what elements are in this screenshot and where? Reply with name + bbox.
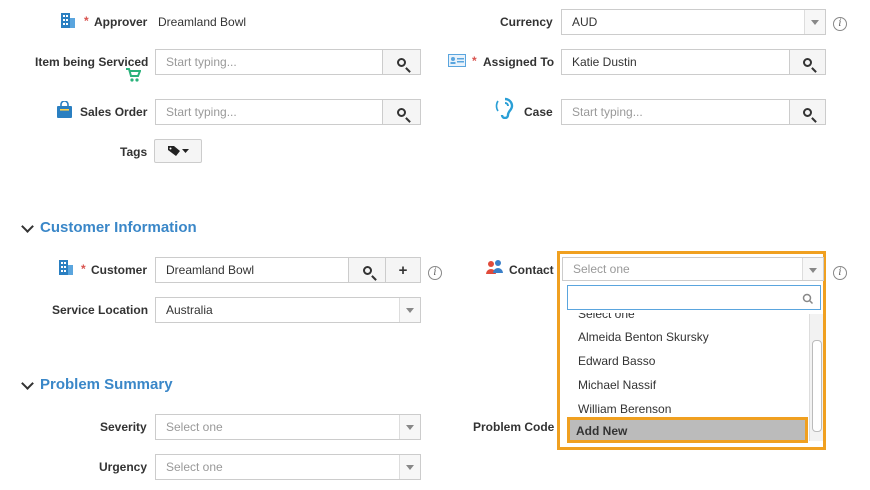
- sales-order-search-button[interactable]: [382, 99, 421, 125]
- customer-label: Customer: [91, 263, 148, 277]
- search-icon: [362, 265, 372, 275]
- chevron-down-icon: [399, 298, 420, 322]
- urgency-label: Urgency: [99, 460, 148, 474]
- currency-select[interactable]: AUD: [561, 9, 826, 35]
- search-icon: [397, 107, 406, 117]
- tags-dropdown-button[interactable]: [154, 139, 202, 163]
- cart-icon: [125, 68, 142, 82]
- required-marker: *: [472, 54, 477, 68]
- item-serviced-input[interactable]: Start typing...: [155, 49, 383, 75]
- id-card-icon: [448, 54, 466, 67]
- shopping-bag-icon: [56, 100, 73, 119]
- sales-order-input[interactable]: Start typing...: [155, 99, 383, 125]
- item-serviced-placeholder: Start typing...: [166, 55, 237, 69]
- case-placeholder: Start typing...: [572, 105, 643, 119]
- building-icon: [60, 12, 76, 29]
- required-marker: *: [84, 14, 89, 28]
- chevron-down-icon: [804, 10, 825, 34]
- customer-section-title[interactable]: Customer Information: [40, 219, 197, 236]
- sales-order-placeholder: Start typing...: [166, 105, 237, 119]
- chevron-down-icon: [399, 455, 420, 479]
- info-icon[interactable]: i: [428, 266, 442, 280]
- dropdown-scrollbar[interactable]: [809, 314, 823, 441]
- building-icon: [58, 259, 74, 276]
- info-icon[interactable]: i: [833, 266, 847, 280]
- severity-label: Severity: [100, 420, 147, 434]
- collapse-chevron-icon[interactable]: [21, 377, 34, 390]
- case-icon: [495, 97, 515, 120]
- problem-code-label: Problem Code: [473, 420, 555, 434]
- info-icon[interactable]: i: [833, 17, 847, 31]
- urgency-placeholder: Select one: [166, 460, 223, 474]
- search-icon: [397, 57, 406, 67]
- chevron-down-icon: [802, 258, 823, 280]
- search-icon: [803, 57, 812, 67]
- list-item[interactable]: William Berenson: [578, 402, 671, 416]
- plus-icon: +: [398, 261, 408, 279]
- assigned-to-input[interactable]: Katie Dustin: [561, 49, 790, 75]
- approver-label: Approver: [94, 15, 148, 29]
- collapse-chevron-icon[interactable]: [21, 220, 34, 233]
- contact-dropdown: Select one Select one Almeida Benton Sku…: [557, 251, 826, 450]
- scroll-thumb[interactable]: [812, 340, 822, 432]
- service-location-select[interactable]: Australia: [155, 297, 421, 323]
- customer-value: Dreamland Bowl: [166, 263, 255, 277]
- item-serviced-label: Item being Serviced: [35, 55, 149, 69]
- assigned-to-label: Assigned To: [483, 55, 555, 69]
- contact-options-list: Select one Almeida Benton Skursky Edward…: [562, 313, 824, 444]
- severity-select[interactable]: Select one: [155, 414, 421, 440]
- problem-section-title[interactable]: Problem Summary: [40, 376, 173, 393]
- severity-placeholder: Select one: [166, 420, 223, 434]
- customer-add-button[interactable]: +: [385, 257, 421, 283]
- list-item[interactable]: Edward Basso: [578, 354, 655, 368]
- contact-search-field[interactable]: [567, 285, 821, 310]
- service-location-label: Service Location: [52, 303, 149, 317]
- contact-label: Contact: [509, 263, 554, 277]
- contact-select[interactable]: Select one: [562, 257, 824, 281]
- contact-placeholder: Select one: [573, 262, 630, 276]
- search-icon: [803, 107, 812, 117]
- customer-search-button[interactable]: [348, 257, 386, 283]
- case-label: Case: [524, 105, 553, 119]
- add-new-option[interactable]: Add New: [567, 417, 808, 443]
- urgency-select[interactable]: Select one: [155, 454, 421, 480]
- chevron-down-icon: [399, 415, 420, 439]
- customer-input[interactable]: Dreamland Bowl: [155, 257, 349, 283]
- add-new-label: Add New: [576, 424, 628, 438]
- approver-value: Dreamland Bowl: [158, 15, 247, 29]
- list-item[interactable]: Michael Nassif: [578, 378, 656, 392]
- item-serviced-search-button[interactable]: [382, 49, 421, 75]
- search-icon: [802, 293, 814, 305]
- required-marker: *: [81, 262, 86, 276]
- currency-label: Currency: [500, 15, 553, 29]
- list-item[interactable]: Almeida Benton Skursky: [578, 330, 709, 344]
- tags-label: Tags: [120, 145, 148, 159]
- case-search-button[interactable]: [789, 99, 826, 125]
- service-location-value: Australia: [166, 303, 213, 317]
- list-item[interactable]: Select one: [578, 313, 635, 321]
- assigned-to-search-button[interactable]: [789, 49, 826, 75]
- case-input[interactable]: Start typing...: [561, 99, 790, 125]
- tag-icon: [168, 146, 189, 156]
- contacts-icon: [486, 259, 504, 275]
- currency-value: AUD: [572, 15, 598, 29]
- assigned-to-value: Katie Dustin: [572, 55, 637, 69]
- sales-order-label: Sales Order: [80, 105, 148, 119]
